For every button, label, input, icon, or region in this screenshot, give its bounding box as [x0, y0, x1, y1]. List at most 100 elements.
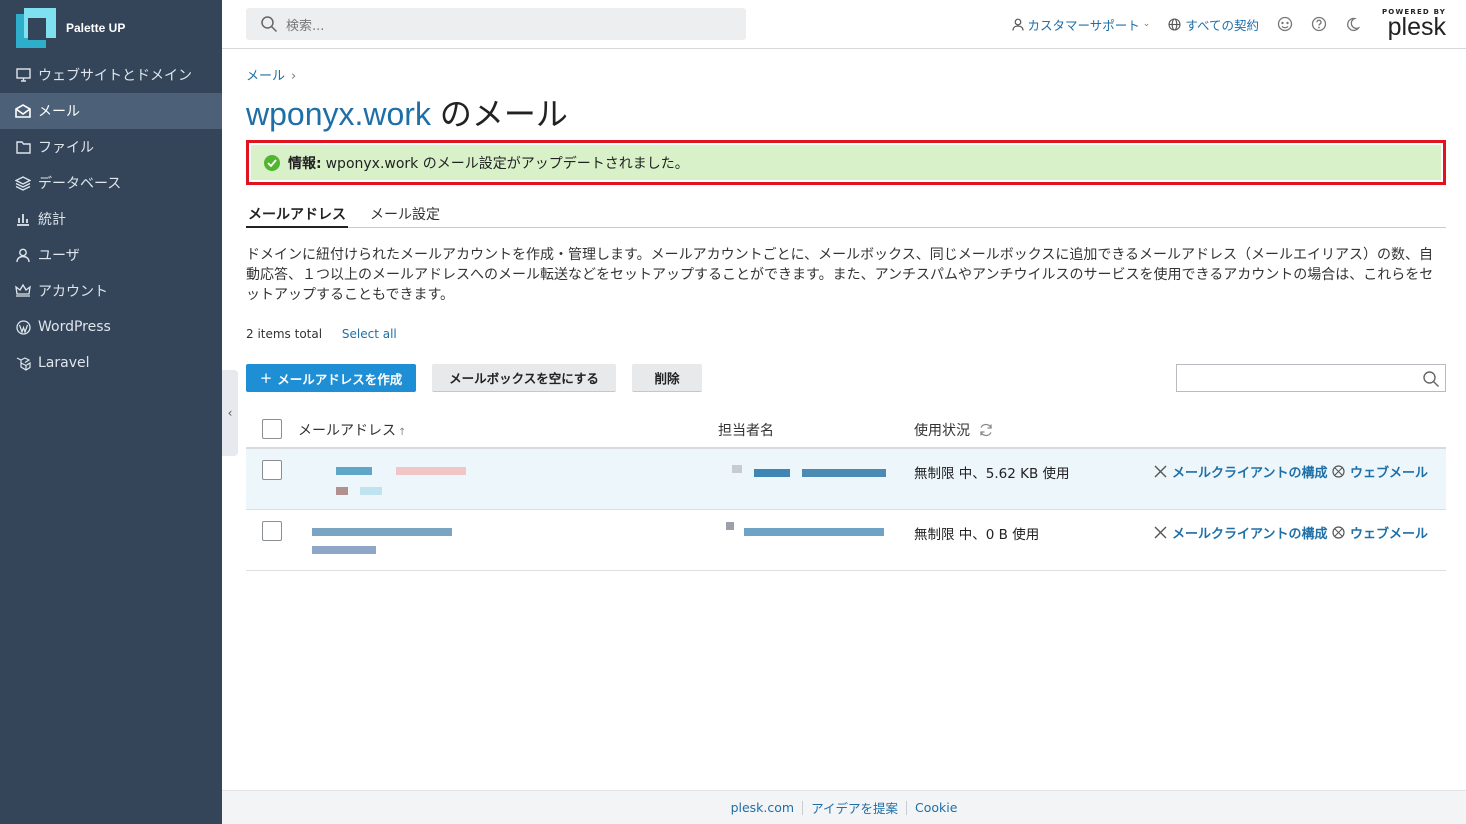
crown-icon [14, 282, 32, 300]
sidebar-item-label: Laravel [38, 355, 90, 371]
usage-value: 無制限 中、5.62 KB 使用 [914, 466, 1070, 482]
column-usage[interactable]: 使用状況 [914, 420, 994, 440]
sidebar-item-users[interactable]: ユーザ [0, 237, 222, 273]
brand-name: Palette UP [66, 21, 126, 35]
select-all-link[interactable]: Select all [342, 327, 397, 341]
chevron-left-icon: ‹ [227, 406, 233, 420]
sidebar-item-mail[interactable]: メール [0, 93, 222, 129]
laravel-icon [14, 354, 32, 372]
delete-button[interactable]: 削除 [632, 364, 702, 392]
folder-icon [14, 138, 32, 156]
breadcrumb: メール › [246, 65, 296, 84]
items-total-label: 2 items total [246, 327, 323, 341]
sidebar-item-label: メール [38, 104, 80, 120]
search-icon [1423, 371, 1439, 387]
list-toolbar: + メールアドレスを作成 メールボックスを空にする 削除 [246, 364, 1446, 392]
tools-icon [1154, 526, 1167, 539]
mail-icon [14, 102, 32, 120]
sidebar: Palette UP ウェブサイトとドメイン メール ファイル データベース 統… [0, 0, 222, 824]
row-checkbox[interactable] [262, 521, 282, 541]
refresh-icon[interactable] [978, 422, 994, 438]
list-search-input[interactable] [1176, 364, 1446, 392]
customer-support-dropdown[interactable]: カスタマーサポート ⌄ [1011, 15, 1150, 34]
items-total: 2 items total Select all [246, 327, 397, 341]
sidebar-item-account[interactable]: アカウント [0, 273, 222, 309]
sidebar-item-websites[interactable]: ウェブサイトとドメイン [0, 57, 222, 93]
monitor-icon [14, 66, 32, 84]
sidebar-item-label: WordPress [38, 319, 111, 335]
dark-mode-icon[interactable] [1345, 17, 1360, 32]
brand[interactable]: Palette UP [0, 0, 222, 56]
sidebar-item-stats[interactable]: 統計 [0, 201, 222, 237]
sidebar-item-label: ユーザ [38, 248, 80, 264]
globe-icon [1168, 17, 1181, 31]
database-icon [14, 174, 32, 192]
plesk-logo: POWERED BY plesk [1382, 8, 1446, 41]
footer-link-plesk[interactable]: plesk.com [723, 800, 803, 815]
column-owner[interactable]: 担当者名 [718, 420, 774, 440]
mail-client-config-label: メールクライアントの構成 [1172, 466, 1328, 481]
webmail-label: ウェブメール [1350, 527, 1429, 542]
usage-value: 無制限 中、0 B 使用 [914, 527, 1040, 543]
column-email-label: メールアドレス [298, 423, 396, 439]
table-row[interactable]: 無制限 中、0 B 使用 メールクライアントの構成 ウェブメール [246, 510, 1446, 571]
sidebar-item-databases[interactable]: データベース [0, 165, 222, 201]
search-icon [261, 16, 278, 33]
help-icon[interactable] [1311, 16, 1327, 32]
create-email-label: メールアドレスを作成 [277, 371, 403, 387]
footer: plesk.com アイデアを提案 Cookie [222, 790, 1466, 824]
select-all-checkbox[interactable] [262, 419, 282, 439]
table-header: メールアドレス ↑ 担当者名 使用状況 [246, 412, 1446, 449]
mail-client-config-link[interactable]: メールクライアントの構成 [1154, 462, 1327, 481]
tabs: メールアドレス メール設定 [246, 204, 1446, 228]
check-circle-icon [264, 154, 280, 171]
sidebar-item-files[interactable]: ファイル [0, 129, 222, 165]
empty-mailbox-button[interactable]: メールボックスを空にする [432, 364, 616, 392]
webmail-link[interactable]: ウェブメール [1332, 523, 1428, 542]
sidebar-item-laravel[interactable]: Laravel [0, 345, 222, 381]
alert-label: 情報: [288, 155, 322, 172]
column-email[interactable]: メールアドレス ↑ [298, 420, 406, 440]
footer-link-ideas[interactable]: アイデアを提案 [803, 798, 906, 817]
sidebar-collapse-button[interactable]: ‹ [222, 370, 238, 456]
all-subscriptions-label: すべての契約 [1185, 17, 1259, 33]
breadcrumb-separator: › [291, 69, 297, 84]
tab-mail-settings[interactable]: メール設定 [368, 204, 442, 228]
wordpress-icon [14, 318, 32, 336]
feedback-icon[interactable] [1277, 16, 1293, 32]
customer-support-label: カスタマーサポート [1027, 17, 1140, 33]
page-title-domain: wponyx.work [246, 96, 431, 132]
page-description: ドメインに紐付けられたメールアカウントを作成・管理します。メールアカウントごとに… [246, 247, 1434, 303]
sidebar-item-label: ウェブサイトとドメイン [38, 68, 192, 84]
sidebar-item-label: アカウント [38, 284, 108, 300]
user-icon [1011, 18, 1024, 31]
breadcrumb-mail[interactable]: メール [246, 69, 285, 84]
tools-icon [1154, 465, 1167, 478]
webmail-link[interactable]: ウェブメール [1332, 462, 1428, 481]
footer-link-cookie[interactable]: Cookie [907, 800, 965, 815]
tab-email-addresses[interactable]: メールアドレス [246, 204, 348, 228]
column-usage-label: 使用状況 [914, 423, 970, 439]
create-email-button[interactable]: + メールアドレスを作成 [246, 364, 416, 392]
sidebar-item-label: データベース [38, 176, 122, 192]
table-row[interactable]: 無制限 中、5.62 KB 使用 メールクライアントの構成 ウェブメール [246, 449, 1446, 510]
email-table: メールアドレス ↑ 担当者名 使用状況 無制限 中、5.62 KB 使用 メール… [246, 412, 1446, 571]
page-title: wponyx.work のメール [246, 89, 568, 135]
info-alert: 情報: wponyx.work のメール設定がアップデートされました。 [246, 140, 1446, 185]
sort-ascending-icon: ↑ [398, 427, 407, 438]
row-checkbox[interactable] [262, 460, 282, 480]
user-icon [14, 246, 32, 264]
sidebar-item-label: 統計 [38, 212, 66, 228]
mail-client-config-label: メールクライアントの構成 [1172, 527, 1328, 542]
top-links: カスタマーサポート ⌄ すべての契約 POWERED BY plesk [1011, 6, 1446, 42]
mail-client-config-link[interactable]: メールクライアントの構成 [1154, 523, 1327, 542]
webmail-label: ウェブメール [1350, 466, 1429, 481]
brand-logo-icon [16, 8, 56, 48]
alert-text: wponyx.work のメール設定がアップデートされました。 [325, 155, 689, 172]
sidebar-item-label: ファイル [38, 140, 94, 156]
global-search-input[interactable]: 検索... [246, 8, 746, 40]
sidebar-item-wordpress[interactable]: WordPress [0, 309, 222, 345]
search-placeholder: 検索... [286, 18, 325, 34]
plesk-wordmark: plesk [1387, 12, 1446, 41]
all-subscriptions-link[interactable]: すべての契約 [1168, 15, 1259, 34]
